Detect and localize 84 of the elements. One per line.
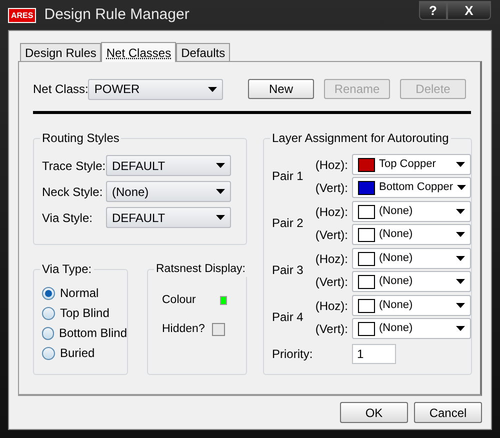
dropdown-value: (None) <box>112 184 150 200</box>
dropdown-caret-icon <box>456 326 465 331</box>
dropdown[interactable]: (None) <box>352 295 471 316</box>
axis-label: (Vert): <box>314 274 349 290</box>
radio-label: Normal <box>60 285 99 302</box>
dropdown-value: (None) <box>379 204 414 220</box>
dropdown[interactable]: (None) <box>352 318 471 339</box>
field-label: Priority: <box>272 346 314 363</box>
group-title: Layer Assignment for Autorouting <box>270 130 451 146</box>
dropdown[interactable]: (None) <box>352 248 471 269</box>
dropdown-value: (None) <box>379 274 414 290</box>
group-title: Via Type: <box>40 261 94 277</box>
radio-button[interactable] <box>42 306 55 320</box>
app-logo: ARES <box>8 8 36 23</box>
radio-label: Bottom Blind <box>58 325 127 342</box>
dropdown-caret-icon <box>216 215 225 220</box>
axis-label: (Vert): <box>314 320 349 338</box>
dropdown-caret-icon <box>456 209 465 214</box>
field-label: Trace Style: <box>42 158 106 174</box>
radio-option[interactable]: Normal <box>42 285 127 301</box>
field-label: Colour <box>162 293 196 308</box>
pair-label: Pair 2 <box>272 215 304 232</box>
dropdown-caret-icon <box>456 162 465 167</box>
dropdown-caret-icon <box>216 189 225 194</box>
dropdown[interactable]: Bottom Copper <box>352 177 471 198</box>
radio-button[interactable] <box>42 326 54 340</box>
field-label: Via Style: <box>42 210 94 226</box>
dropdown-value: (None) <box>379 298 414 314</box>
axis-label: (Hoz): <box>314 156 349 174</box>
dropdown-value: (None) <box>379 227 414 242</box>
close-button[interactable]: X <box>447 1 491 20</box>
pair-label: Pair 1 <box>272 168 304 185</box>
field-label: Net Class: <box>33 81 88 98</box>
dropdown-caret-icon <box>456 256 465 261</box>
tab[interactable]: Net Classes <box>101 42 176 62</box>
dropdown-caret-icon <box>456 232 465 237</box>
dropdown[interactable]: (None) <box>352 201 471 222</box>
dropdown[interactable]: (None) <box>352 224 471 245</box>
checkbox[interactable] <box>212 323 225 336</box>
radio-option[interactable]: Top Blind <box>42 305 127 321</box>
dropdown-caret-icon <box>216 163 225 168</box>
button[interactable]: OK <box>340 402 408 423</box>
tab[interactable]: Design Rules <box>20 43 102 61</box>
button[interactable]: New <box>248 79 314 99</box>
pair-label: Pair 3 <box>272 262 304 279</box>
dropdown[interactable]: Top Copper <box>352 154 471 175</box>
dropdown[interactable]: (None) <box>352 271 471 292</box>
button[interactable]: Cancel <box>414 402 482 423</box>
axis-label: (Vert): <box>314 180 349 196</box>
dropdown-value: Bottom Copper <box>379 180 453 196</box>
radio-option[interactable]: Buried <box>42 345 127 361</box>
tab[interactable]: Defaults <box>176 43 230 61</box>
dropdown-value: DEFAULT <box>112 210 166 226</box>
dropdown-value: Top Copper <box>379 157 437 172</box>
ratsnest-color-swatch[interactable] <box>220 296 227 306</box>
dropdown-value: DEFAULT <box>112 158 166 174</box>
window-title: Design Rule Manager <box>44 5 190 26</box>
axis-label: (Hoz): <box>314 204 349 220</box>
axis-label: (Hoz): <box>314 250 349 268</box>
group-title: Ratsnest Display: <box>154 261 248 277</box>
dropdown-caret-icon <box>208 86 217 92</box>
dropdown[interactable]: (None) <box>106 181 231 202</box>
help-button[interactable]: ? <box>419 1 447 20</box>
dropdown[interactable]: DEFAULT <box>106 207 231 228</box>
axis-label: (Vert): <box>314 226 349 244</box>
radio-label: Top Blind <box>60 305 110 322</box>
radio-button[interactable] <box>42 346 55 360</box>
dropdown-caret-icon <box>456 303 465 308</box>
dropdown-caret-icon <box>456 279 465 284</box>
radio-option[interactable]: Bottom Blind <box>42 325 127 341</box>
field-label: Neck Style: <box>42 184 104 200</box>
radio-label: Buried <box>60 345 95 362</box>
pair-label: Pair 4 <box>272 309 304 326</box>
dropdown-caret-icon <box>456 185 466 190</box>
axis-label: (Hoz): <box>314 298 349 314</box>
dropdown-value: (None) <box>379 321 414 336</box>
dropdown[interactable]: POWER <box>88 78 223 100</box>
dropdown-value: (None) <box>379 251 414 266</box>
radio-button[interactable] <box>42 286 55 300</box>
priority-field[interactable]: 1 <box>352 344 396 364</box>
dropdown[interactable]: DEFAULT <box>106 155 231 176</box>
dropdown-value: POWER <box>94 81 141 98</box>
field-label: Hidden? <box>162 322 205 338</box>
group-title: Routing Styles <box>40 130 122 146</box>
